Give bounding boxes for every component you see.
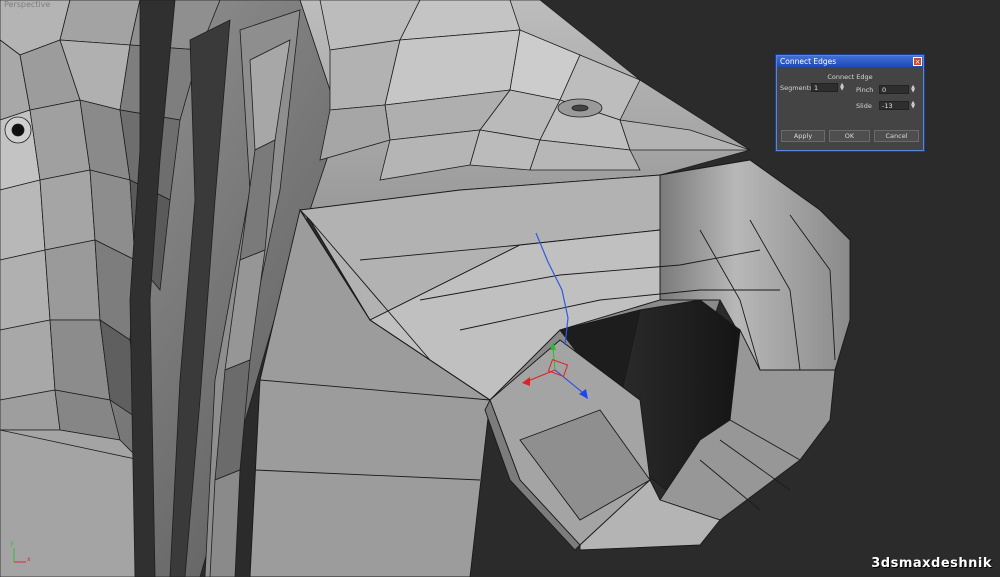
tube-mesh: [249, 159, 851, 577]
slide-label: Slide: [856, 102, 872, 110]
group-label: Connect Edge: [827, 73, 873, 81]
gizmo-z-label: z: [588, 392, 592, 399]
segments-field[interactable]: 1: [811, 83, 838, 92]
pinch-label: Pinch: [856, 86, 874, 94]
ok-button[interactable]: OK: [829, 130, 870, 142]
dialog-title: Connect Edges: [780, 57, 837, 66]
watermark: 3dsmaxdeshnik: [871, 556, 992, 571]
tripod-y-label: y: [10, 540, 14, 547]
tripod-x-label: x: [27, 556, 31, 563]
cancel-button[interactable]: Cancel: [874, 130, 919, 142]
connect-edges-dialog: Connect Edges × Connect Edge Segments: 1…: [776, 55, 924, 151]
pinch-field[interactable]: 0: [879, 85, 909, 94]
apply-button[interactable]: Apply: [781, 130, 825, 142]
segments-spinner[interactable]: ▲ ▼: [839, 83, 845, 92]
segments-label: Segments:: [780, 84, 815, 92]
close-icon[interactable]: ×: [913, 57, 922, 66]
dialog-titlebar[interactable]: Connect Edges ×: [777, 56, 923, 67]
dialog-body: Connect Edge Segments: 1 ▲ ▼ Pinch 0 ▲ ▼ S…: [777, 67, 923, 150]
viewport-label[interactable]: Perspective: [4, 0, 50, 9]
slide-field[interactable]: -13: [879, 101, 909, 110]
slide-spinner[interactable]: ▲ ▼: [910, 101, 916, 110]
pinch-spinner[interactable]: ▲ ▼: [910, 85, 916, 94]
